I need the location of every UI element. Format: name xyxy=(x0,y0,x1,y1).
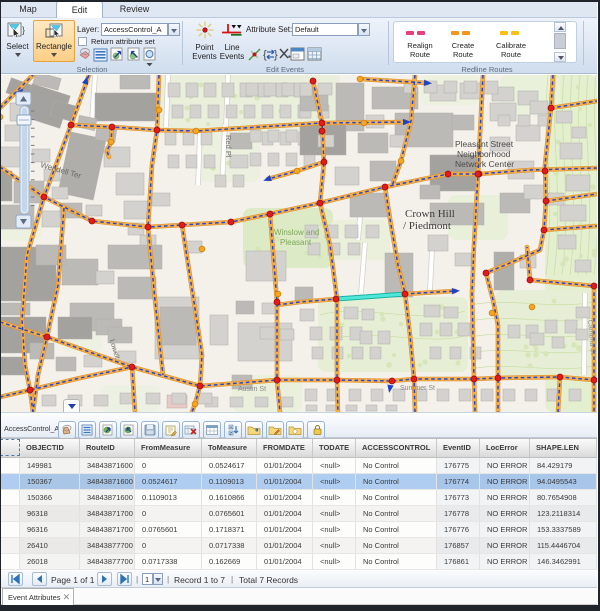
svg-text:A: A xyxy=(229,425,232,430)
svg-text:Pleasant Street: Pleasant Street xyxy=(455,139,514,149)
svg-text:Austin St: Austin St xyxy=(238,386,266,393)
svg-text:Z: Z xyxy=(229,431,232,436)
svg-text:Red Pl: Red Pl xyxy=(224,135,233,158)
svg-text:Crown Hill: Crown Hill xyxy=(405,208,455,220)
svg-text:/ Piedmont: / Piedmont xyxy=(403,220,451,232)
svg-text:Pleasant: Pleasant xyxy=(280,238,312,247)
svg-text:}: } xyxy=(22,25,25,35)
svg-text:Winslow and: Winslow and xyxy=(274,228,319,237)
svg-text:Network Center: Network Center xyxy=(455,159,514,169)
svg-text:Summer St: Summer St xyxy=(400,385,435,392)
svg-text:}: } xyxy=(274,49,278,61)
svg-text:Neighborhood: Neighborhood xyxy=(457,149,511,159)
svg-text:{: { xyxy=(263,49,267,61)
